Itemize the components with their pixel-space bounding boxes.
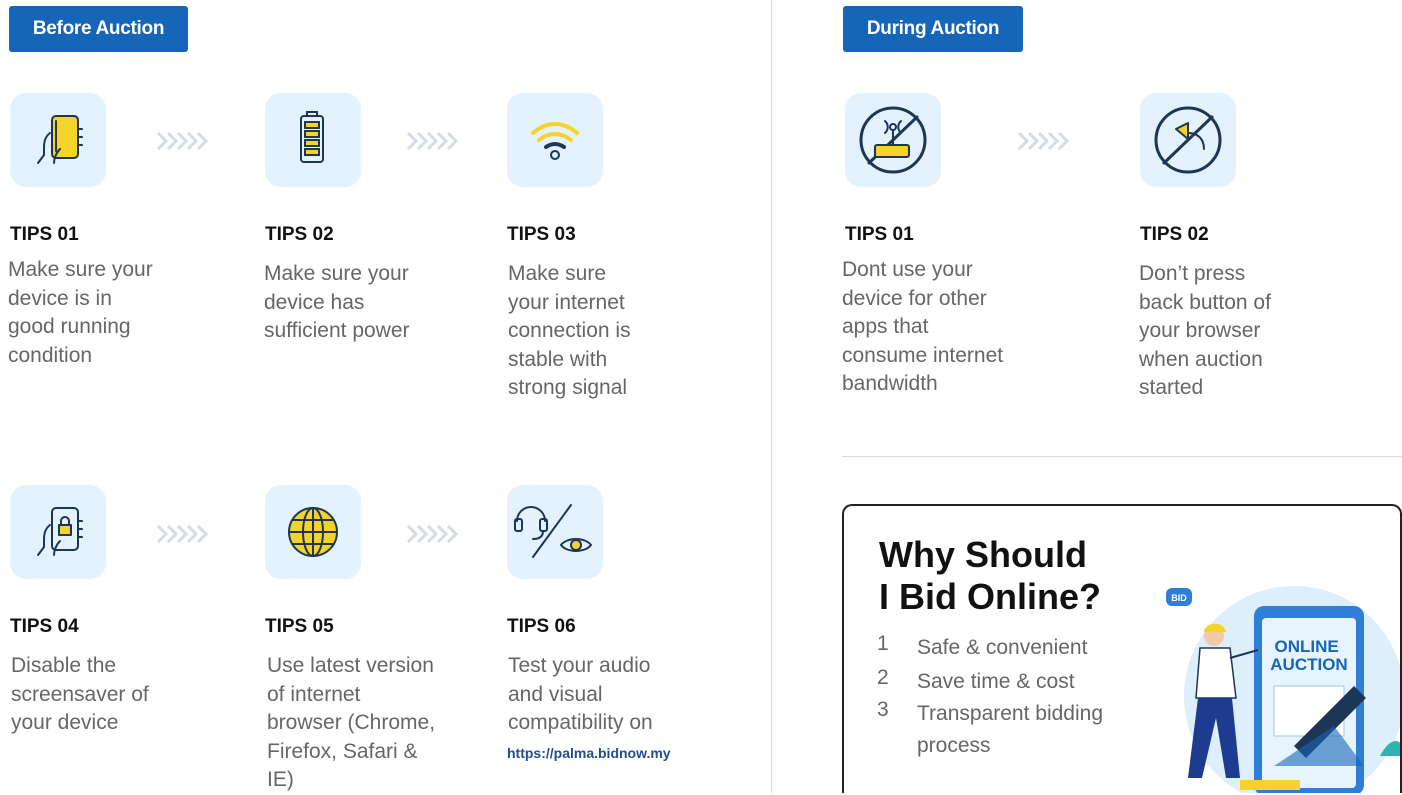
online-auction-illustration: ONLINE AUCTION BID [1144, 566, 1400, 793]
list-label: Safe & convenient [917, 636, 1088, 659]
tip-title: TIPS 02 [265, 224, 334, 245]
list-number: 1 [877, 632, 889, 655]
arrow-chevrons-icon [154, 127, 218, 155]
globe-icon [265, 485, 361, 579]
wifi-icon [507, 93, 603, 187]
illustration-bubble-text: BID [1171, 593, 1187, 603]
phone-lock-icon [10, 485, 106, 579]
audio-visual-test-link[interactable]: https://palma.bidnow.my [507, 745, 671, 761]
list-number: 3 [877, 698, 889, 721]
battery-icon [265, 93, 361, 187]
during-auction-heading: During Auction [843, 6, 1023, 52]
tip-text: Test your audio and visual compatibility… [508, 654, 653, 734]
phone-hand-icon [10, 93, 106, 187]
during-divider [842, 456, 1402, 457]
tip-title: TIPS 02 [1140, 224, 1209, 245]
arrow-chevrons-icon [404, 520, 468, 548]
tip-title: TIPS 06 [507, 616, 576, 637]
tip-title: TIPS 03 [507, 224, 576, 245]
list-label: Save time & cost [917, 670, 1075, 693]
illustration-screen-text: ONLINE AUCTION [1270, 637, 1347, 674]
no-router-icon [845, 93, 941, 187]
tip-text: Make sure your device has sufficient pow… [264, 262, 410, 342]
tip-text: Don’t press back button of your browser … [1139, 262, 1271, 399]
tip-title: TIPS 04 [10, 616, 79, 637]
why-title: Why Should I Bid Online? [879, 534, 1101, 617]
tip-text: Disable the screensaver of your device [11, 654, 149, 734]
list-number: 2 [877, 666, 889, 689]
tip-title: TIPS 01 [10, 224, 79, 245]
tip-title: TIPS 01 [845, 224, 914, 245]
illustration-screen-text-line2: AUCTION [1270, 655, 1347, 674]
why-bid-online-card: Why Should I Bid Online? 1 Safe & conven… [842, 504, 1402, 793]
arrow-chevrons-icon [154, 520, 218, 548]
arrow-chevrons-icon [404, 127, 468, 155]
headset-eye-icon [507, 485, 603, 579]
arrow-chevrons-icon [1015, 127, 1079, 155]
no-back-icon [1140, 93, 1236, 187]
tip-text: Dont use your device for other apps that… [842, 258, 1004, 395]
tip-text: Make sure your internet connection is st… [508, 262, 631, 399]
section-divider [771, 0, 772, 793]
tip-title: TIPS 05 [265, 616, 334, 637]
tip-text: Make sure your device is in good running… [8, 258, 153, 367]
before-auction-heading: Before Auction [9, 6, 188, 52]
list-label: Transparent bidding process [917, 702, 1104, 757]
tip-text: Use latest version of internet browser (… [267, 654, 436, 791]
